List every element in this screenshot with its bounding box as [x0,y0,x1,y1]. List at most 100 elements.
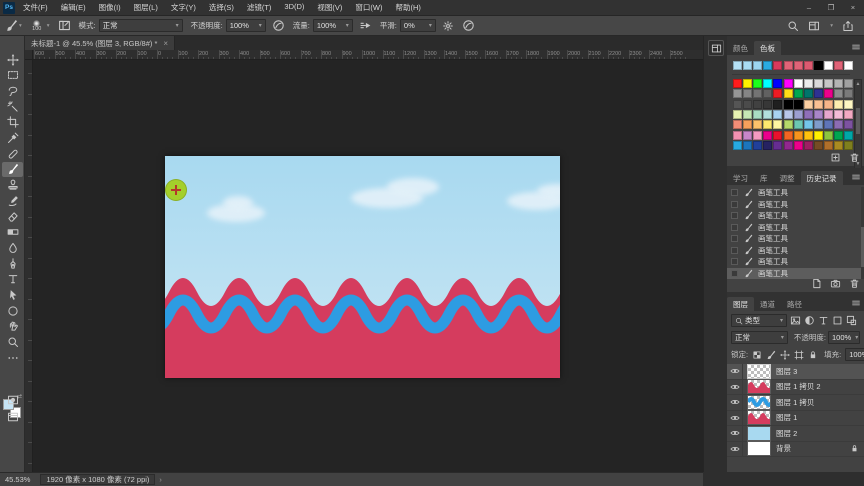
history-source-checkbox[interactable] [731,258,738,266]
history-tab-0[interactable]: 学习 [727,171,754,185]
layer-visibility-toggle[interactable] [727,410,743,426]
layer-row[interactable]: 图层 1 拷贝 2 [727,379,864,395]
history-source-checkbox[interactable] [731,189,738,197]
color-swatch[interactable] [743,130,753,140]
eyedropper-tool[interactable] [2,131,23,146]
filter-type-layers-icon[interactable] [818,315,829,326]
layers-panel-menu-icon[interactable] [851,298,861,308]
search-icon[interactable] [787,20,799,32]
layers-tab-1[interactable]: 通道 [754,297,781,311]
recent-swatch[interactable] [753,61,763,70]
recent-swatch[interactable] [743,61,753,70]
color-swatch[interactable] [813,89,823,99]
color-swatch[interactable] [834,130,843,140]
color-swatch[interactable] [823,120,833,130]
lock-position-icon[interactable] [780,349,791,360]
lock-pixels-icon[interactable] [766,350,776,360]
color-swatch[interactable] [763,99,773,109]
new-document-from-state-icon[interactable] [811,278,822,289]
color-swatch[interactable] [753,120,763,130]
color-swatch[interactable] [753,130,763,140]
layer-row[interactable]: 图层 3 [727,363,864,380]
smoothing-select[interactable]: 0% ▾ [399,19,436,32]
color-swatch[interactable] [844,109,854,119]
marquee-tool[interactable] [2,68,23,83]
workspace-chevron-icon[interactable]: ▾ [830,23,833,29]
ruler-origin-corner[interactable] [25,50,33,60]
filter-pixel-layers-icon[interactable] [790,315,801,326]
workspace-switcher-icon[interactable] [808,20,820,32]
document-tab[interactable]: 未标题-1 @ 45.5% (图层 3, RGB/8#) * × [25,36,176,50]
color-swatch[interactable] [743,109,753,119]
layer-visibility-toggle[interactable] [727,394,743,410]
zoom-level-field[interactable]: 45.53% [5,475,30,484]
color-swatch[interactable] [803,89,813,99]
pressure-size-icon[interactable] [462,19,475,32]
layers-tab-0[interactable]: 图层 [727,297,754,311]
history-source-checkbox[interactable] [731,235,738,243]
color-swatch[interactable] [733,89,742,99]
move-tool[interactable] [2,52,23,67]
color-swatch[interactable] [773,140,783,150]
color-swatch[interactable] [743,89,753,99]
new-snapshot-icon[interactable] [830,278,841,289]
brush-preset-picker[interactable]: 100 [28,18,46,34]
recent-swatch[interactable] [773,61,783,70]
clone-stamp-tool[interactable] [2,178,23,193]
pressure-opacity-icon[interactable] [272,19,285,32]
color-swatch[interactable] [733,130,742,140]
layer-visibility-toggle[interactable] [727,379,743,395]
color-swatch[interactable] [823,79,833,88]
vertical-ruler[interactable] [25,60,33,472]
layer-thumbnail[interactable] [748,411,770,425]
collapsed-panel-icon[interactable] [708,40,724,56]
color-swatch[interactable] [733,79,742,88]
layer-filter-select[interactable]: 类型 ▾ [731,314,787,327]
menu-item-4[interactable]: 文字(Y) [171,2,196,13]
magic-wand-tool[interactable] [2,99,23,114]
color-swatch[interactable] [763,79,773,88]
color-swatch[interactable] [743,79,753,88]
recent-swatch[interactable] [803,61,813,70]
color-swatch[interactable] [763,140,773,150]
brush-picker-chevron-icon[interactable]: ▾ [47,23,50,29]
tool-preset-chevron-icon[interactable]: ▾ [19,23,22,29]
swatches-panel-menu-icon[interactable] [851,42,861,52]
color-swatch[interactable] [844,130,854,140]
color-swatch[interactable] [773,89,783,99]
tab-close-icon[interactable]: × [163,39,168,48]
smoothing-gear-icon[interactable] [442,20,454,32]
color-swatch[interactable] [763,120,773,130]
color-swatch[interactable] [763,130,773,140]
share-icon[interactable] [842,20,854,32]
color-swatch[interactable] [844,79,854,88]
menu-item-0[interactable]: 文件(F) [23,2,48,13]
layer-visibility-toggle[interactable] [727,441,743,457]
history-state[interactable]: 画笔工具 [727,245,864,257]
layer-thumbnail[interactable] [748,426,770,440]
color-swatch[interactable] [844,89,854,99]
history-state[interactable]: 画笔工具 [727,210,864,222]
recent-swatch[interactable] [783,61,793,70]
color-swatch[interactable] [813,140,823,150]
lock-transparency-icon[interactable] [752,350,762,360]
recent-swatch[interactable] [793,61,803,70]
history-state[interactable]: 画笔工具 [727,187,864,199]
color-swatch[interactable] [753,99,763,109]
layer-blend-mode-select[interactable]: 正常 ▾ [731,331,788,344]
color-swatch[interactable] [773,120,783,130]
opacity-select[interactable]: 100% ▾ [225,19,266,32]
color-swatch[interactable] [743,99,753,109]
color-swatch[interactable] [823,89,833,99]
color-swatch[interactable] [823,109,833,119]
color-swatch[interactable] [844,140,854,150]
history-panel-menu-icon[interactable] [851,172,861,182]
history-source-checkbox[interactable] [731,223,738,231]
color-swatch[interactable] [793,130,803,140]
color-swatch[interactable] [753,109,763,119]
recent-swatch[interactable] [834,61,843,70]
lock-artboard-icon[interactable] [794,350,804,360]
history-tab-2[interactable]: 调整 [774,171,801,185]
menu-item-3[interactable]: 图层(L) [134,2,158,13]
color-swatch[interactable] [783,130,793,140]
